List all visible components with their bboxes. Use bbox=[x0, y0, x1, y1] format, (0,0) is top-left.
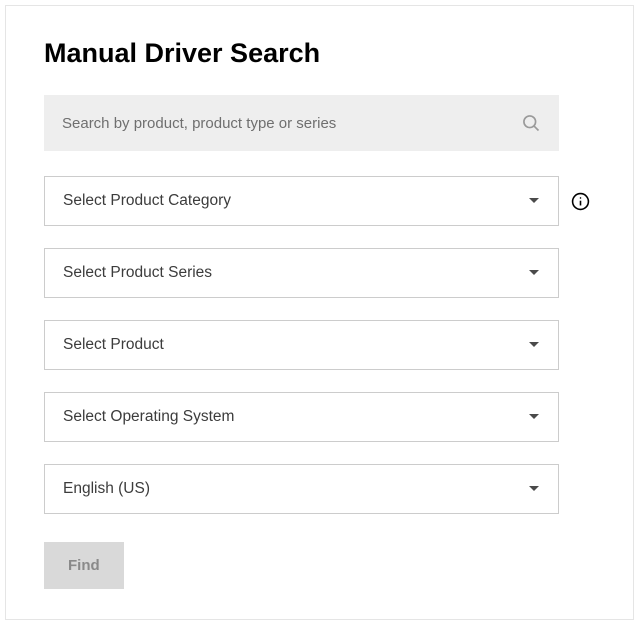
product-category-row: Select Product Category bbox=[44, 176, 595, 226]
language-select[interactable]: English (US) bbox=[44, 464, 559, 514]
caret-down-icon bbox=[528, 269, 540, 277]
search-input[interactable] bbox=[62, 115, 521, 132]
caret-down-icon bbox=[528, 485, 540, 493]
driver-search-card: Manual Driver Search Select Product Cate… bbox=[5, 5, 634, 620]
select-label: Select Operating System bbox=[63, 408, 234, 426]
product-category-select[interactable]: Select Product Category bbox=[44, 176, 559, 226]
language-row: English (US) bbox=[44, 464, 595, 514]
product-select[interactable]: Select Product bbox=[44, 320, 559, 370]
product-series-select[interactable]: Select Product Series bbox=[44, 248, 559, 298]
select-label: English (US) bbox=[63, 480, 150, 498]
select-label: Select Product bbox=[63, 336, 164, 354]
select-label: Select Product Category bbox=[63, 192, 231, 210]
operating-system-row: Select Operating System bbox=[44, 392, 595, 442]
select-label: Select Product Series bbox=[63, 264, 212, 282]
search-icon[interactable] bbox=[521, 113, 541, 133]
caret-down-icon bbox=[528, 197, 540, 205]
caret-down-icon bbox=[528, 413, 540, 421]
product-series-row: Select Product Series bbox=[44, 248, 595, 298]
caret-down-icon bbox=[528, 341, 540, 349]
find-button[interactable]: Find bbox=[44, 542, 124, 589]
info-icon[interactable] bbox=[571, 192, 590, 211]
operating-system-select[interactable]: Select Operating System bbox=[44, 392, 559, 442]
search-box[interactable] bbox=[44, 95, 559, 151]
product-row: Select Product bbox=[44, 320, 595, 370]
page-title: Manual Driver Search bbox=[44, 38, 595, 69]
